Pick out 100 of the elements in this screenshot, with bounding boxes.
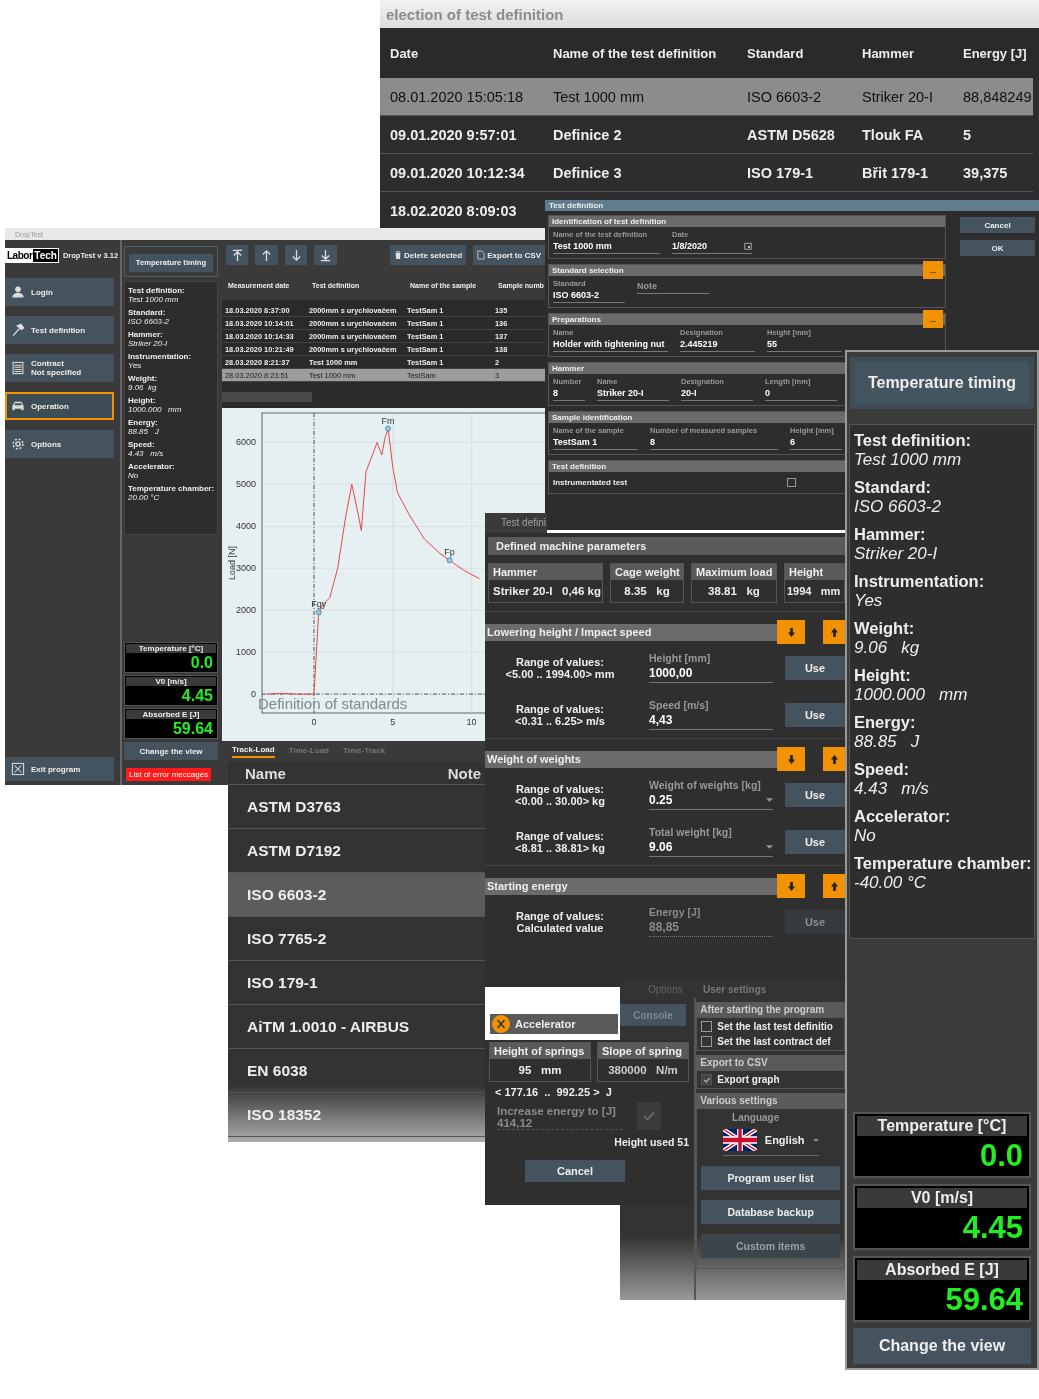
section-header: After starting the program — [696, 1002, 845, 1017]
info-label: Hammer: — [128, 329, 164, 339]
column-header: Name — [245, 764, 286, 782]
parameter-value: 380000 N/m — [607, 1063, 679, 1078]
range-text: Calculated value — [516, 921, 604, 934]
info-value: 1000.000 mm — [128, 404, 183, 414]
parameter-label: Height — [785, 564, 844, 580]
window-title: election of test definition — [386, 5, 564, 23]
table-cell-text: 08.01.2020 15:05:18 — [389, 88, 525, 105]
info-label: Test definition: — [128, 285, 186, 295]
section-header: Preparations — [551, 315, 602, 324]
info-label: Weight: — [854, 619, 916, 638]
point-label: Fgy — [311, 599, 327, 610]
reading-label: V0 [m/s] — [126, 677, 216, 686]
checkbox-label: Set the last test definitio — [717, 1021, 833, 1032]
tick-label: 0 — [251, 689, 256, 700]
info-label: Accelerator: — [854, 807, 952, 826]
reading-label: Temperature [°C] — [857, 1116, 1027, 1136]
table-cell-text: Břit 179-1 — [861, 164, 930, 181]
section-header: Identification of test definition — [551, 217, 668, 226]
parameter-value: 8.35 kg — [623, 584, 671, 599]
info-value: 1000.000 mm — [854, 685, 969, 705]
tick-label: 5 — [390, 717, 396, 727]
reading-label: Temperature [°C] — [126, 644, 216, 653]
table-cell-text: Striker 20-I — [861, 88, 934, 105]
tick-label: 6000 — [235, 437, 256, 448]
parameter-label: Hammer — [489, 564, 602, 580]
info-label: Standard: — [854, 478, 932, 497]
parameter-label: Maximum load — [692, 564, 776, 580]
range-text: <0.00 .. 30.00> kg — [515, 794, 605, 807]
tick-label: 5000 — [235, 479, 256, 490]
table-cell-text: ISO 179-1 — [746, 164, 815, 181]
column-header: Date — [389, 45, 420, 61]
reading-value: 4.45 — [961, 1210, 1024, 1247]
checkbox-label: Export graph — [717, 1074, 780, 1085]
column-header: Standard — [746, 45, 805, 61]
info-label: Instrumentation: — [128, 351, 193, 361]
section-header: Hammer — [551, 364, 585, 373]
tick-label: 10 — [466, 717, 477, 727]
parameter-value: Striker 20-I 0,46 kg — [492, 584, 602, 599]
info-label: Speed: — [854, 760, 910, 779]
tick-label: 1000 — [235, 647, 256, 658]
range-label: Range of values: — [516, 782, 604, 795]
table-cell-text: 09.01.2020 9:57:01 — [389, 126, 518, 143]
reading-value: 0.0 — [978, 1138, 1024, 1175]
info-value: ISO 6603-2 — [128, 316, 170, 326]
table-cell-text: ASTM D5628 — [746, 126, 836, 143]
info-value: Striker 20-I — [128, 338, 169, 348]
info-label: Height: — [128, 395, 156, 405]
info-label: Temperature chamber: — [854, 854, 1030, 873]
range-text: <0.31 .. 6.25> m/s — [515, 714, 605, 727]
info-value: Yes — [854, 591, 884, 611]
parameter-label: Cage weight — [611, 564, 683, 580]
parameter-value: 38.81 kg — [707, 584, 761, 599]
info-value: Test 1000 mm — [128, 294, 180, 304]
status-text: Height used 51 — [614, 1135, 690, 1148]
section-header: Test definition — [551, 462, 608, 471]
field-label: Total weight [kg] — [649, 826, 733, 838]
section-title: Accelerator — [515, 1018, 576, 1030]
section-header: Defined machine parameters — [488, 537, 845, 555]
info-value: 88.85 J — [854, 732, 921, 752]
table-cell-text: 88,848249 — [962, 88, 1033, 105]
parameter-value: 1994 mm — [786, 584, 842, 599]
table-cell-text: ISO 6603-2 — [746, 88, 823, 105]
field-label: Speed [m/s] — [649, 699, 710, 711]
info-value: No — [854, 826, 877, 846]
reading-value: 4.45 — [180, 687, 214, 705]
info-label: Energy: — [128, 417, 159, 427]
field-label: Language — [732, 1112, 780, 1123]
table-cell-text: Test 1000 mm — [552, 88, 646, 105]
range-text: < 177.16 .. 992.25 > J — [494, 1085, 613, 1100]
info-label: Temperature chamber: — [128, 483, 214, 493]
info-value: 4.43 m/s — [128, 448, 165, 458]
table-cell-text: 09.01.2020 10:12:34 — [389, 164, 526, 181]
table-cell-text: Tlouk FA — [861, 126, 925, 143]
table-cell-text: Definice 3 — [552, 164, 623, 181]
tick-label: 2000 — [235, 605, 256, 616]
info-label: Weight: — [128, 373, 159, 383]
range-label: Range of values: — [516, 829, 604, 842]
info-value: Test 1000 mm — [854, 450, 963, 470]
table-cell-text: 5 — [962, 126, 973, 143]
field-label: Weight of weights [kg] — [649, 779, 762, 791]
dialog-title: Test definition — [545, 200, 1039, 211]
parameter-label: Slope of spring — [598, 1043, 688, 1059]
field-label: Energy [J] — [649, 906, 702, 918]
point-label: Fm — [381, 415, 395, 426]
info-label: Instrumentation: — [854, 572, 986, 591]
tick-label: 3000 — [235, 563, 256, 574]
reading-value: 59.64 — [171, 720, 214, 738]
info-value: Yes — [128, 360, 143, 370]
checkbox-label: Instrumentated test — [553, 477, 628, 487]
info-value: ISO 6603-2 — [854, 497, 942, 517]
range-label: Range of values: — [516, 655, 604, 668]
section-header: Standard selection — [551, 266, 625, 275]
range-label: Range of values: — [516, 909, 604, 922]
info-label: Height: — [854, 666, 912, 685]
reading-label: Absorbed E [J] — [857, 1260, 1027, 1280]
dialog-title: Test defini — [485, 513, 547, 533]
reading-value: 0.0 — [189, 654, 214, 672]
column-header: Hammer — [861, 45, 916, 61]
